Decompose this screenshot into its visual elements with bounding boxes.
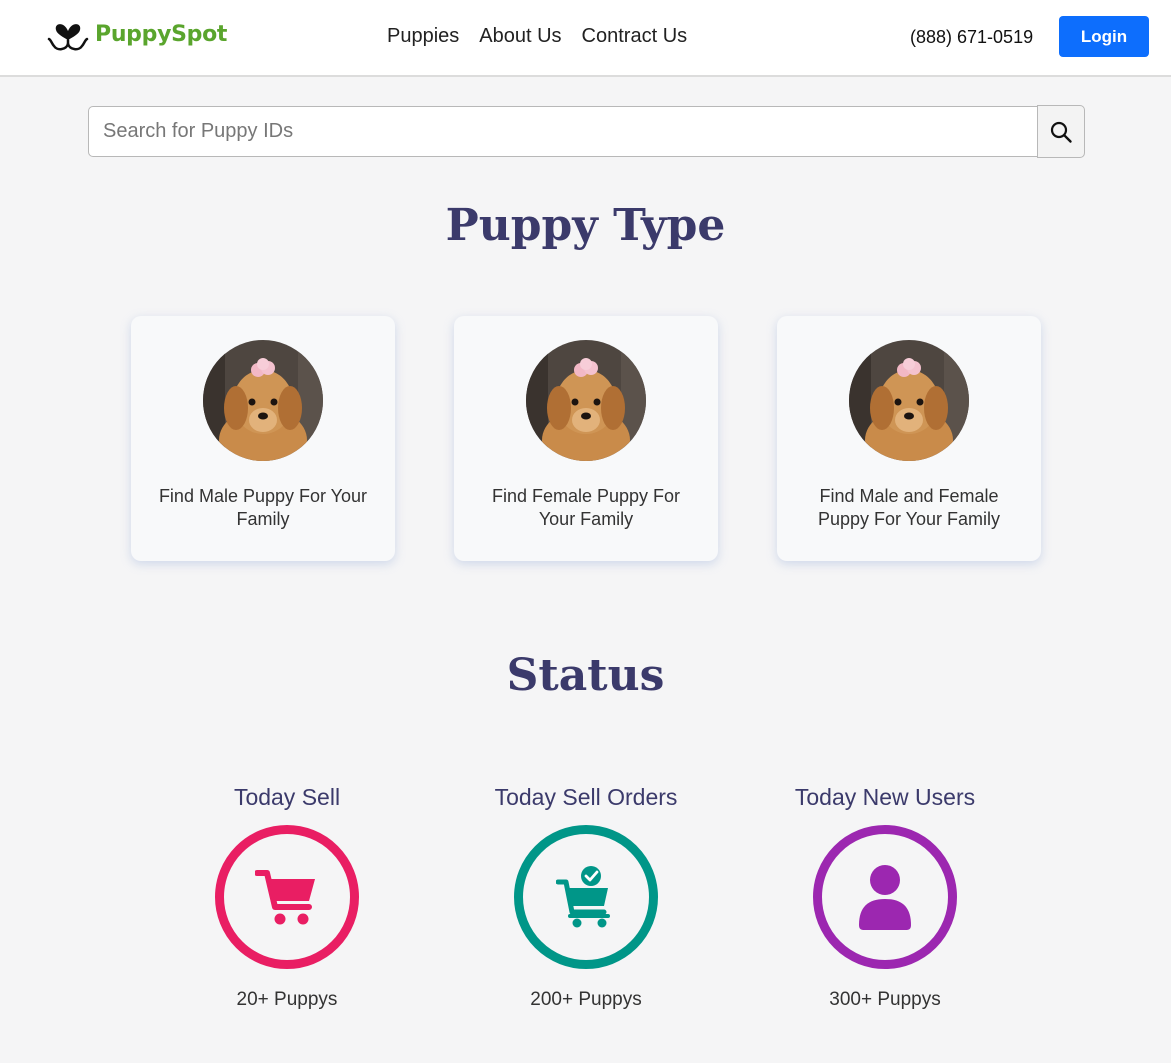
puppy-type-card-label: Find Male Puppy For Your Family (158, 486, 368, 529)
puppy-avatar-image (849, 340, 969, 461)
top-navbar: PuppySpot Puppies About Us Contract Us (… (0, 0, 1171, 77)
stat-title: Today New Users (794, 784, 976, 810)
user-icon (859, 865, 911, 930)
puppy-type-card-female[interactable]: Find Female Puppy For Your Family (454, 316, 718, 561)
puppy-avatar-image (203, 340, 323, 461)
stat-count: 200+ Puppys (530, 989, 642, 1010)
nav-item-contract-us[interactable]: Contract Us (582, 24, 688, 48)
status-heading: Status (506, 650, 665, 701)
nav-item-puppies[interactable]: Puppies (387, 24, 459, 48)
main-nav: Puppies About Us Contract Us (387, 24, 707, 48)
cart-check-icon (556, 866, 610, 928)
puppy-type-heading: Puppy Type (445, 200, 726, 251)
stat-today-sell: Today Sell 20+ Puppys (167, 782, 407, 1012)
puppy-type-card-label: Find Female Puppy For Your Family (491, 486, 681, 529)
nav-item-about-us[interactable]: About Us (479, 24, 561, 48)
puppy-avatar-image (526, 340, 646, 461)
stat-title: Today Sell (233, 784, 341, 810)
dog-nose-logo-icon (47, 24, 89, 51)
search-button[interactable] (1037, 105, 1085, 158)
stat-count: 300+ Puppys (829, 989, 941, 1010)
phone-number: (888) 671-0519 (910, 27, 1034, 47)
puppy-type-card-both[interactable]: Find Male and Female Puppy For Your Fami… (777, 316, 1041, 561)
stat-ring (514, 825, 658, 969)
login-button[interactable]: Login (1059, 16, 1149, 57)
stat-today-new-users: Today New Users 300+ Puppys (765, 782, 1005, 1012)
search-input[interactable] (88, 106, 1038, 157)
puppy-type-card-label: Find Male and Female Puppy For Your Fami… (817, 486, 1001, 529)
stat-ring (813, 825, 957, 969)
stat-today-sell-orders: Today Sell Orders 200+ Puppys (466, 782, 706, 1012)
stat-count: 20+ Puppys (236, 989, 338, 1010)
search-icon (1050, 121, 1072, 143)
cart-icon (255, 870, 315, 925)
brand-name: PuppySpot (95, 21, 228, 47)
puppy-type-card-male[interactable]: Find Male Puppy For Your Family (131, 316, 395, 561)
stat-ring (215, 825, 359, 969)
stat-title: Today Sell Orders (494, 784, 678, 810)
brand-link[interactable]: PuppySpot (47, 18, 227, 54)
